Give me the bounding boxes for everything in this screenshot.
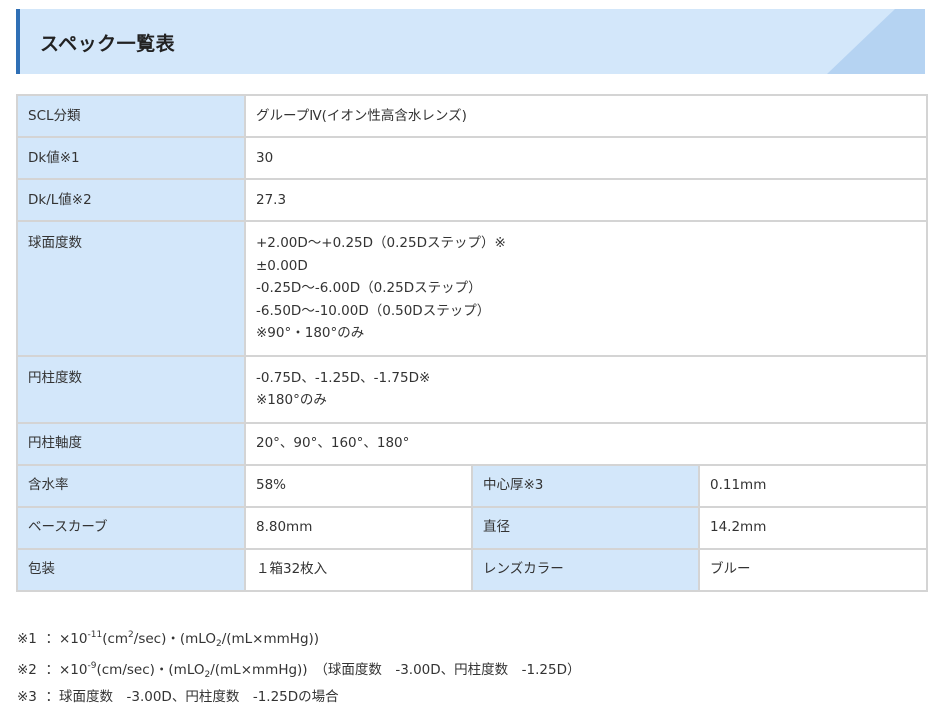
sphere-line: +2.00D～+0.25D（0.25Dステップ）※ bbox=[256, 235, 506, 251]
table-row: 球面度数 +2.00D～+0.25D（0.25Dステップ）※ ±0.00D -0… bbox=[16, 220, 928, 357]
sphere-line: ※90°・180°のみ bbox=[256, 325, 365, 341]
row-value-dk: 30 bbox=[244, 136, 928, 180]
footnote-text: (cm bbox=[102, 631, 129, 647]
table-row: ベースカーブ 8.80mm 直径 14.2mm bbox=[16, 505, 928, 550]
row-value-center: 0.11mm bbox=[698, 463, 928, 508]
heading-stripe-decoration bbox=[827, 9, 925, 74]
row-label-scl: SCL分類 bbox=[16, 94, 246, 138]
row-label-axis: 円柱軸度 bbox=[16, 421, 246, 466]
row-label-sphere: 球面度数 bbox=[16, 220, 246, 357]
row-value-color: ブルー bbox=[698, 547, 928, 592]
row-value-bc: 8.80mm bbox=[244, 505, 473, 550]
sphere-line: -6.50D～-10.00D（0.50Dステップ） bbox=[256, 302, 491, 319]
row-label-color: レンズカラー bbox=[471, 547, 700, 592]
footnote-1: ※1 ：×10-11(cm2/sec)・(mLO2/(mL×mmHg)) bbox=[17, 624, 580, 655]
row-value-sphere: +2.00D～+0.25D（0.25Dステップ）※ ±0.00D -0.25D～… bbox=[244, 220, 928, 357]
page-title: スペック一覧表 bbox=[40, 33, 176, 55]
footnotes: ※1 ：×10-11(cm2/sec)・(mLO2/(mL×mmHg)) ※2 … bbox=[17, 624, 580, 708]
footnote-mark: ※3 bbox=[17, 689, 37, 705]
row-value-cyl: -0.75D、-1.25D、-1.75D※ ※180°のみ bbox=[244, 354, 928, 424]
footnote-mark: ※2 bbox=[17, 662, 37, 678]
footnote-text: /(mL×mmHg)) bbox=[221, 631, 320, 647]
row-value-diameter: 14.2mm bbox=[698, 505, 928, 550]
table-row: 円柱軸度 20°、90°、160°、180° bbox=[16, 421, 928, 466]
row-value-water: 58% bbox=[244, 463, 473, 508]
table-row: Dk値※1 30 bbox=[16, 136, 928, 180]
table-row: SCL分類 グループⅣ(イオン性高含水レンズ) bbox=[16, 94, 928, 138]
footnote-text: ：×10 bbox=[45, 662, 88, 678]
row-label-dk: Dk値※1 bbox=[16, 136, 246, 180]
row-label-dkl: Dk/L値※2 bbox=[16, 178, 246, 222]
row-label-bc: ベースカーブ bbox=[16, 505, 246, 550]
row-label-water: 含水率 bbox=[16, 463, 246, 508]
row-label-diameter: 直径 bbox=[471, 505, 700, 550]
row-value-scl: グループⅣ(イオン性高含水レンズ) bbox=[244, 94, 928, 138]
row-label-cyl: 円柱度数 bbox=[16, 354, 246, 424]
cyl-line: -0.75D、-1.25D、-1.75D※ bbox=[256, 369, 431, 386]
footnote-exponent: -11 bbox=[87, 630, 103, 640]
table-row: 円柱度数 -0.75D、-1.25D、-1.75D※ ※180°のみ bbox=[16, 354, 928, 424]
spec-table: SCL分類 グループⅣ(イオン性高含水レンズ) Dk値※1 30 Dk/L値※2… bbox=[16, 94, 928, 592]
cyl-line: ※180°のみ bbox=[256, 392, 327, 408]
footnote-2: ※2 ：×10-9(cm/sec)・(mLO2/(mL×mmHg)) （球面度数… bbox=[17, 655, 580, 686]
footnote-text: /sec)・(mLO bbox=[133, 631, 216, 647]
footnote-mark: ※1 bbox=[17, 631, 37, 647]
row-value-dkl: 27.3 bbox=[244, 178, 928, 222]
row-label-center: 中心厚※3 bbox=[471, 463, 700, 508]
footnote-text: ：×10 bbox=[45, 631, 88, 647]
table-row: 含水率 58% 中心厚※3 0.11mm bbox=[16, 463, 928, 508]
footnote-text: /(mL×mmHg)) （球面度数 -3.00D、円柱度数 -1.25D） bbox=[210, 662, 581, 678]
table-row: 包装 １箱32枚入 レンズカラー ブルー bbox=[16, 547, 928, 592]
row-value-package: １箱32枚入 bbox=[244, 547, 473, 592]
row-value-axis: 20°、90°、160°、180° bbox=[244, 421, 928, 466]
footnote-text: (cm/sec)・(mLO bbox=[96, 662, 205, 678]
table-row: Dk/L値※2 27.3 bbox=[16, 178, 928, 222]
row-label-package: 包装 bbox=[16, 547, 246, 592]
footnote-3: ※3 ：球面度数 -3.00D、円柱度数 -1.25Dの場合 bbox=[17, 686, 580, 708]
footnote-text: ：球面度数 -3.00D、円柱度数 -1.25Dの場合 bbox=[45, 689, 339, 705]
sphere-line: ±0.00D bbox=[256, 257, 308, 274]
sphere-line: -0.25D～-6.00D（0.25Dステップ） bbox=[256, 280, 482, 296]
section-heading: スペック一覧表 bbox=[16, 9, 925, 74]
